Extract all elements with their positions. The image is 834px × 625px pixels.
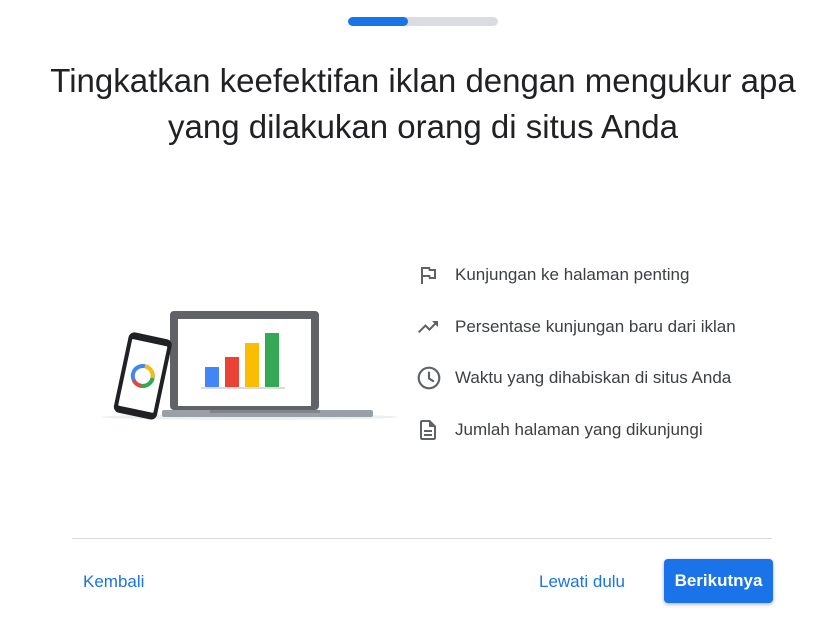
- feature-item-pages: Kunjungan ke halaman penting: [416, 262, 796, 288]
- illustration-bar-yellow: [245, 343, 259, 387]
- trending-up-icon: [416, 314, 444, 340]
- feature-list: Kunjungan ke halaman penting Persentase …: [416, 262, 796, 468]
- onboarding-dialog: Tingkatkan keefektifan iklan dengan meng…: [0, 0, 834, 625]
- next-button[interactable]: Berikutnya: [664, 559, 773, 603]
- back-button[interactable]: Kembali: [83, 566, 144, 598]
- phone: [113, 332, 172, 420]
- feature-label: Jumlah halaman yang dikunjungi: [455, 419, 703, 439]
- illustration-bar-blue: [205, 367, 219, 387]
- feature-item-time: Waktu yang dihabiskan di situs Anda: [416, 365, 796, 391]
- phone-screen: [118, 339, 168, 413]
- page-title: Tingkatkan keefektifan iklan dengan meng…: [50, 62, 796, 145]
- progress-bar-fill: [348, 17, 408, 26]
- illustration-baseline: [201, 387, 285, 389]
- feature-item-pages-count: Jumlah halaman yang dikunjungi: [416, 417, 796, 443]
- clock-icon: [416, 365, 444, 391]
- skip-button[interactable]: Lewati dulu: [539, 566, 625, 598]
- feature-label: Kunjungan ke halaman penting: [455, 265, 690, 284]
- document-icon: [416, 417, 444, 443]
- illustration-bar-green: [265, 333, 279, 387]
- flag-icon: [416, 262, 444, 288]
- footer-divider: [72, 538, 772, 539]
- progress-bar: [348, 17, 498, 26]
- feature-label: Waktu yang dihabiskan di situs Anda: [455, 368, 732, 387]
- laptop-hinge: [210, 410, 320, 413]
- illustration-bar-red: [225, 357, 239, 387]
- feature-label: Persentase kunjungan baru dari iklan: [455, 316, 736, 336]
- feature-item-new-visits: Persentase kunjungan baru dari iklan: [416, 314, 796, 340]
- laptop-screen: [178, 319, 311, 406]
- devices-illustration: [102, 311, 398, 420]
